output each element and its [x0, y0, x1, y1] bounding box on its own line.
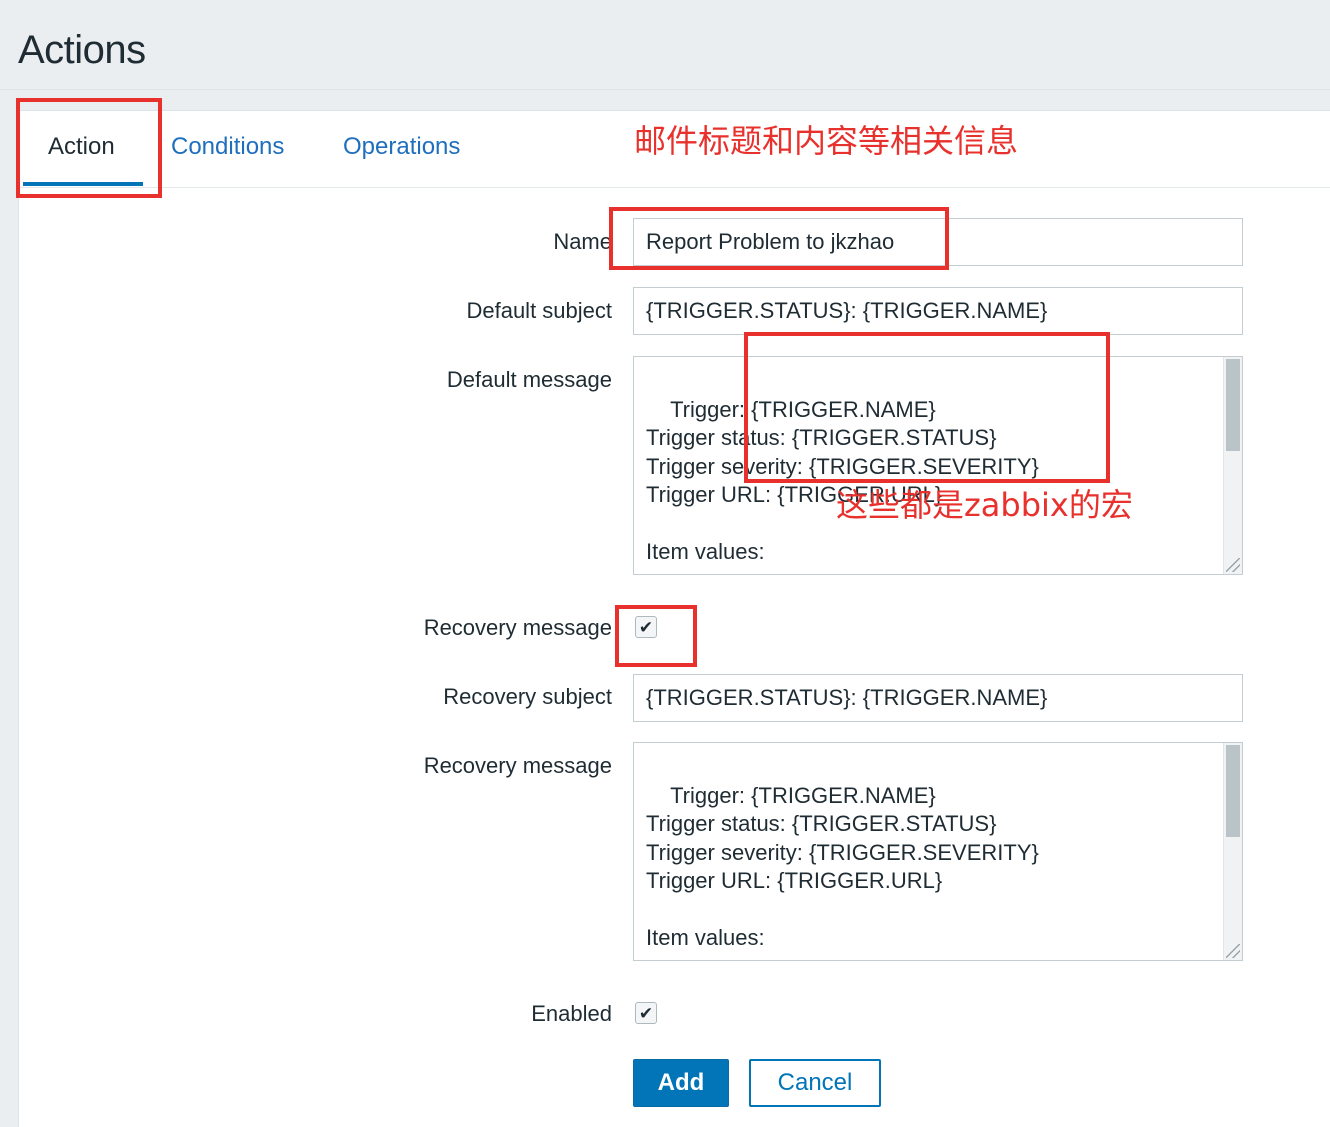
tab-conditions[interactable]: Conditions [171, 133, 284, 161]
annotation-macro-note: 这些都是zabbix的宏 [836, 486, 1133, 524]
page-title: Actions [18, 28, 146, 72]
tab-operations[interactable]: Operations [343, 133, 460, 161]
checkmark-icon: ✔ [638, 1003, 654, 1023]
recovery-message-checkbox-label: Recovery message [423, 615, 612, 640]
header-divider [0, 89, 1330, 90]
name-label: Name [553, 229, 612, 254]
recovery-subject-input[interactable]: {TRIGGER.STATUS}: {TRIGGER.NAME} [633, 674, 1243, 722]
enabled-checkbox[interactable]: ✔ [635, 1002, 657, 1024]
default-message-label: Default message [446, 367, 612, 392]
default-subject-label: Default subject [466, 298, 612, 323]
annotation-box-action-tab [16, 98, 162, 198]
annotation-box-recovery-checkbox [615, 605, 697, 667]
resize-grip-icon[interactable] [1226, 944, 1240, 958]
recovery-subject-label: Recovery subject [443, 684, 612, 709]
default-subject-input[interactable]: {TRIGGER.STATUS}: {TRIGGER.NAME} [633, 287, 1243, 335]
default-message-scrollbar[interactable] [1223, 357, 1242, 574]
annotation-mail-note: 邮件标题和内容等相关信息 [634, 122, 1019, 160]
add-button[interactable]: Add [633, 1059, 729, 1107]
cancel-button[interactable]: Cancel [749, 1059, 881, 1107]
annotation-box-name [609, 207, 949, 270]
recovery-message-text: Trigger: {TRIGGER.NAME} Trigger status: … [646, 782, 1039, 951]
annotation-box-macros [744, 332, 1110, 483]
recovery-message-textarea[interactable]: Trigger: {TRIGGER.NAME} Trigger status: … [633, 742, 1243, 961]
recovery-message-label: Recovery message [423, 753, 612, 778]
recovery-message-scrollbar[interactable] [1223, 743, 1242, 960]
scrollbar-thumb[interactable] [1226, 359, 1240, 451]
enabled-label: Enabled [531, 1001, 612, 1026]
resize-grip-icon[interactable] [1226, 558, 1240, 572]
scrollbar-thumb[interactable] [1226, 745, 1240, 837]
